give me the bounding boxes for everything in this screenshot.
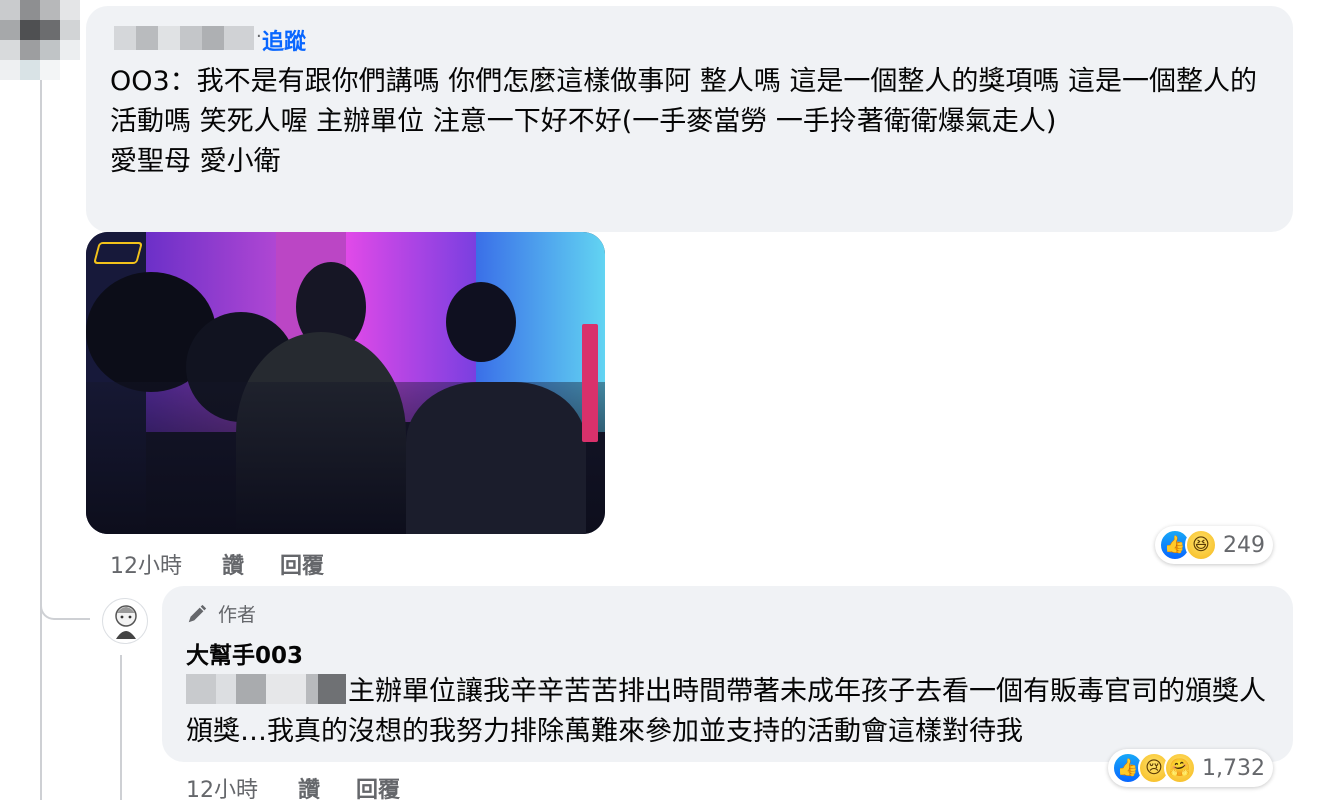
comment-photo[interactable] bbox=[86, 232, 605, 534]
reply-reply-button[interactable]: 回覆 bbox=[356, 772, 400, 800]
thread-line bbox=[40, 0, 42, 800]
comment-like-button[interactable]: 讚 bbox=[222, 548, 244, 580]
comment-text-tail: 愛聖母 愛小衛 bbox=[110, 146, 281, 177]
haha-icon: 😆 bbox=[1185, 529, 1217, 561]
comment-reactions[interactable]: 👍 😆 249 bbox=[1155, 526, 1273, 564]
reply-reaction-count: 1,732 bbox=[1202, 755, 1265, 781]
comment-reply-label: 回覆 bbox=[280, 554, 325, 579]
commenter-avatar[interactable] bbox=[0, 0, 80, 80]
care-icon: 🤗 bbox=[1164, 752, 1196, 784]
follow-link[interactable]: 追蹤 bbox=[262, 24, 306, 56]
comment-reaction-count: 249 bbox=[1223, 532, 1265, 558]
reply-text-body: 主辦單位讓我辛辛苦苦排出時間帶著未成年孩子去看一個有販毒官司的頒獎人頒獎…我真的… bbox=[186, 676, 1266, 747]
redacted-mention bbox=[186, 674, 346, 704]
author-badge: 作者 bbox=[186, 600, 256, 627]
reply-like-label: 讚 bbox=[298, 778, 321, 800]
reply-reply-label: 回覆 bbox=[356, 778, 401, 800]
author-avatar[interactable] bbox=[102, 598, 148, 644]
reply-text: 主辦單位讓我辛辛苦苦排出時間帶著未成年孩子去看一個有販毒官司的頒獎人頒獎…我真的… bbox=[186, 672, 1276, 752]
commenter-name-redacted[interactable] bbox=[114, 26, 254, 50]
reply-like-button[interactable]: 讚 bbox=[298, 772, 320, 800]
comment-timestamp[interactable]: 12小時 bbox=[110, 548, 182, 580]
reply-author-name[interactable]: 大幫手003 bbox=[186, 636, 303, 670]
pen-icon bbox=[188, 604, 207, 622]
comment-bubble: · 追蹤 OO3：我不是有跟你們講嗎 你們怎麼這樣做事阿 整人嗎 這是一個整人的… bbox=[86, 6, 1293, 232]
reply-reactions[interactable]: 👍 😢 🤗 1,732 bbox=[1108, 749, 1273, 787]
reply-thread-connector bbox=[40, 560, 90, 620]
author-badge-label: 作者 bbox=[218, 604, 257, 626]
comment-text: OO3：我不是有跟你們講嗎 你們怎麼這樣做事阿 整人嗎 這是一個整人的獎項嗎 這… bbox=[110, 62, 1270, 182]
comment-reply-button[interactable]: 回覆 bbox=[280, 548, 324, 580]
separator-dot: · bbox=[256, 26, 262, 47]
reply-timestamp[interactable]: 12小時 bbox=[186, 772, 258, 800]
comment-like-label: 讚 bbox=[222, 554, 245, 579]
comment-text-main: OO3：我不是有跟你們講嗎 你們怎麼這樣做事阿 整人嗎 這是一個整人的獎項嗎 這… bbox=[110, 66, 1258, 137]
reply-bubble: 作者 大幫手003 主辦單位讓我辛辛苦苦排出時間帶著未成年孩子去看一個有販毒官司… bbox=[162, 586, 1293, 762]
reply-thread-line bbox=[120, 655, 122, 800]
